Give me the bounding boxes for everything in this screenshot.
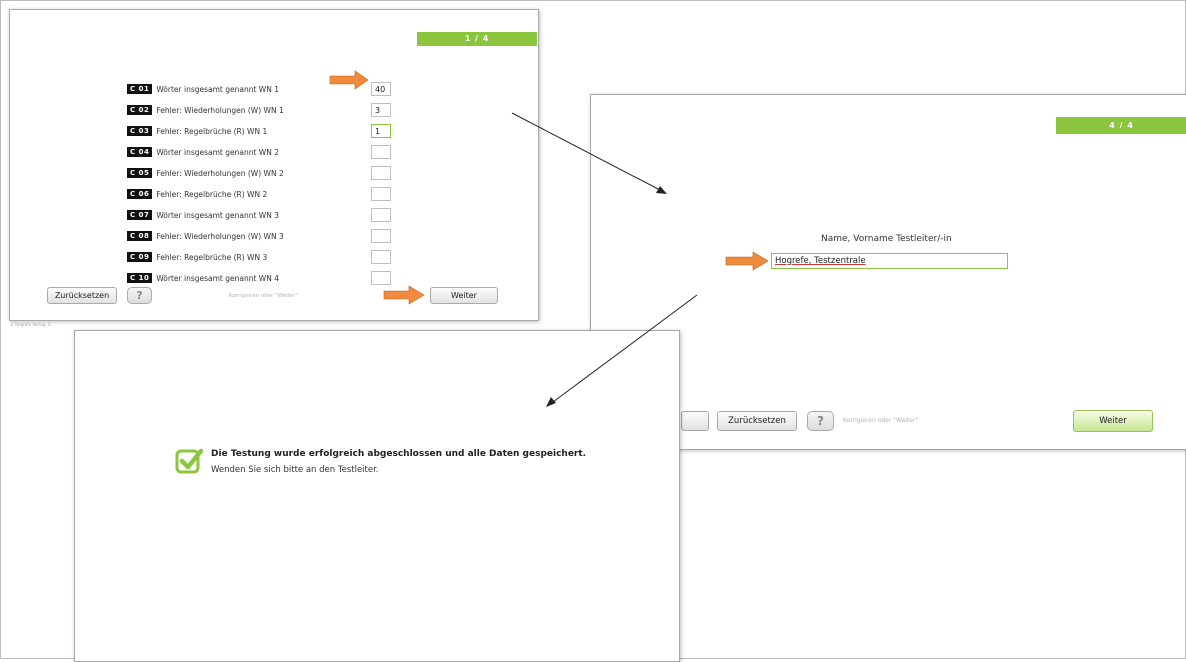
- score-input[interactable]: 40: [371, 82, 391, 96]
- item-code-badge: C 07: [127, 210, 153, 220]
- next-button[interactable]: Weiter: [1073, 410, 1153, 432]
- score-input[interactable]: 3: [371, 103, 391, 117]
- item-code-badge: C 06: [127, 189, 153, 199]
- progress-bar: 1 / 4: [417, 32, 537, 46]
- item-code-badge: C 02: [127, 105, 153, 115]
- form-row: C 01 Wörter insgesamt genannt WN 1: [127, 81, 279, 97]
- item-label: Fehler: Regelbrüche (R) WN 2: [156, 189, 268, 199]
- score-input[interactable]: [371, 166, 391, 180]
- form-row: C 09 Fehler: Regelbrüche (R) WN 3: [127, 249, 267, 265]
- examiner-field-label: Name, Vorname Testleiter/-in: [821, 234, 952, 244]
- screen-word-counts: 1 / 4 C 01 Wörter insgesamt genannt WN 1 4…: [9, 9, 539, 321]
- item-label: Wörter insgesamt genannt WN 3: [156, 210, 279, 220]
- item-label: Wörter insgesamt genannt WN 1: [156, 84, 279, 94]
- examiner-name-input[interactable]: Hogrefe, Testzentrale: [771, 253, 1008, 269]
- item-label: Wörter insgesamt genannt WN 2: [156, 147, 279, 157]
- item-code-badge: C 10: [127, 273, 153, 283]
- examiner-name-value: Hogrefe, Testzentrale: [775, 256, 866, 266]
- item-label: Wörter insgesamt genannt WN 4: [156, 273, 279, 283]
- item-label: Fehler: Wiederholungen (W) WN 1: [156, 105, 284, 115]
- item-code-badge: C 05: [127, 168, 153, 178]
- item-code-badge: C 03: [127, 126, 153, 136]
- reset-button[interactable]: Zurücksetzen: [47, 287, 117, 304]
- hint-text: Korrigieren oder "Weiter": [229, 293, 298, 299]
- form-row: C 06 Fehler: Regelbrüche (R) WN 2: [127, 186, 267, 202]
- hint-text: Korrigieren oder "Weiter": [843, 417, 919, 424]
- item-label: Fehler: Wiederholungen (W) WN 2: [156, 168, 284, 178]
- item-code-badge: C 04: [127, 147, 153, 157]
- item-code-badge: C 09: [127, 252, 153, 262]
- score-input[interactable]: [371, 187, 391, 201]
- completion-title: Die Testung wurde erfolgreich abgeschlos…: [211, 449, 587, 459]
- form-row: C 03 Fehler: Regelbrüche (R) WN 1: [127, 123, 267, 139]
- copyright-note: © Hogrefe Verlag, G: [10, 322, 51, 327]
- form-row: C 05 Fehler: Wiederholungen (W) WN 2: [127, 165, 284, 181]
- next-button[interactable]: Weiter: [430, 287, 498, 304]
- item-code-badge: C 01: [127, 84, 153, 94]
- completion-subtitle: Wenden Sie sich bitte an den Testleiter.: [211, 465, 379, 475]
- item-label: Fehler: Regelbrüche (R) WN 1: [156, 126, 268, 136]
- score-input[interactable]: [371, 271, 391, 285]
- form-row: C 07 Wörter insgesamt genannt WN 3: [127, 207, 279, 223]
- help-button[interactable]: ?: [807, 411, 834, 431]
- score-input[interactable]: [371, 208, 391, 222]
- score-input[interactable]: [371, 229, 391, 243]
- placeholder-button[interactable]: [681, 411, 709, 431]
- screen-completion: Die Testung wurde erfolgreich abgeschlos…: [74, 330, 680, 662]
- form-row: C 04 Wörter insgesamt genannt WN 2: [127, 144, 279, 160]
- score-input[interactable]: [371, 250, 391, 264]
- form-row: C 02 Fehler: Wiederholungen (W) WN 1: [127, 102, 284, 118]
- help-button[interactable]: ?: [127, 287, 152, 304]
- item-label: Fehler: Wiederholungen (W) WN 3: [156, 231, 284, 241]
- item-label: Fehler: Regelbrüche (R) WN 3: [156, 252, 268, 262]
- form-row: C 08 Fehler: Wiederholungen (W) WN 3: [127, 228, 284, 244]
- progress-bar: 4 / 4: [1056, 117, 1186, 134]
- success-check-icon: [175, 446, 204, 476]
- form-row: C 10 Wörter insgesamt genannt WN 4: [127, 270, 279, 286]
- item-code-badge: C 08: [127, 231, 153, 241]
- score-input[interactable]: [371, 145, 391, 159]
- score-input[interactable]: 1: [371, 124, 391, 138]
- reset-button[interactable]: Zurücksetzen: [717, 411, 797, 431]
